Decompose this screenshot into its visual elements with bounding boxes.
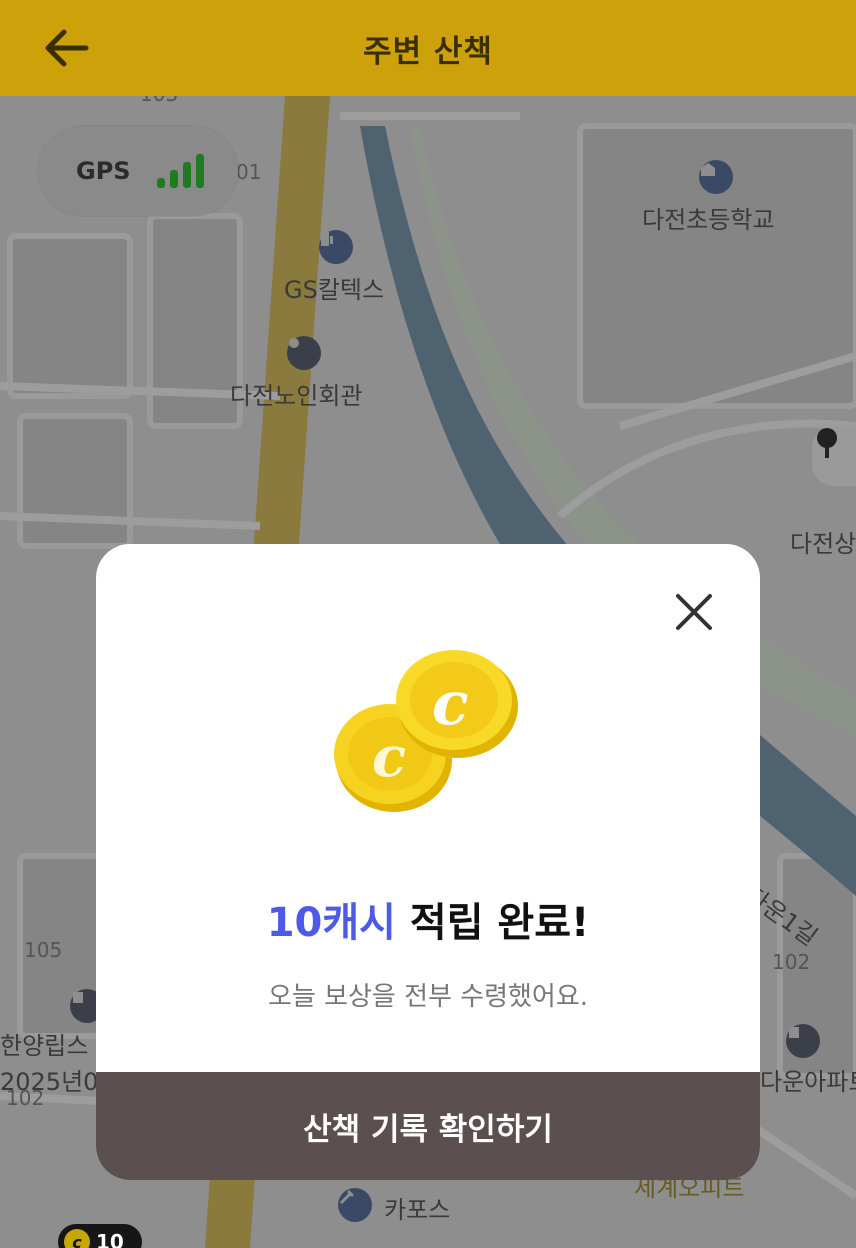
svg-text:c: c: [432, 669, 469, 739]
school-icon[interactable]: [699, 160, 733, 194]
page-title: 주변 산책: [363, 33, 493, 70]
map-number-102-right: 102: [772, 950, 811, 974]
coin-icon: c: [64, 1229, 90, 1248]
close-icon[interactable]: [672, 590, 716, 634]
map-label-school[interactable]: 다전초등학교: [642, 200, 774, 235]
svg-text:c: c: [372, 724, 406, 790]
app-header: 주변 산책: [0, 0, 856, 96]
senior-center-icon[interactable]: [287, 336, 321, 370]
map-number-102-left: 102: [6, 1086, 45, 1110]
reward-title-text: 적립 완료!: [395, 900, 590, 946]
coins-icon: c c: [332, 644, 532, 824]
coin-badge[interactable]: c 10: [58, 1224, 142, 1248]
gps-signal-icon: [156, 154, 204, 188]
map-label-building[interactable]: 한양립스: [0, 1026, 88, 1061]
gas-station-icon[interactable]: [319, 230, 353, 264]
view-walk-record-button[interactable]: 산책 기록 확인하기: [96, 1072, 760, 1180]
reward-dialog: c c 10캐시 적립 완료! 오늘 보상을 전부 수령했어요. 산책 기록 확…: [96, 544, 760, 1180]
reward-subtitle: 오늘 보상을 전부 수령했어요.: [267, 982, 589, 1012]
reward-title: 10캐시 적립 완료!: [96, 890, 760, 948]
park-tree-icon[interactable]: [812, 426, 856, 486]
apartment-icon[interactable]: [786, 1024, 820, 1058]
map-label-carpos[interactable]: 카포스: [384, 1190, 450, 1225]
car-repair-icon[interactable]: [338, 1188, 372, 1222]
back-arrow-icon[interactable]: [40, 24, 92, 72]
gps-status-chip: GPS: [38, 126, 238, 216]
map-number-105: 105: [24, 938, 63, 962]
map-label-gas-station[interactable]: GS칼텍스: [284, 270, 384, 305]
map-number-103: 103: [140, 96, 178, 106]
map-number-01: 01: [236, 160, 262, 184]
map-label-senior-center[interactable]: 다전노인회관: [230, 376, 362, 411]
reward-amount: 10캐시: [266, 900, 396, 946]
map-label-apartment[interactable]: 다운아파트: [760, 1062, 856, 1097]
coin-badge-count: 10: [96, 1230, 124, 1248]
gps-label: GPS: [76, 157, 131, 185]
map-label-park[interactable]: 다전상: [790, 524, 856, 559]
